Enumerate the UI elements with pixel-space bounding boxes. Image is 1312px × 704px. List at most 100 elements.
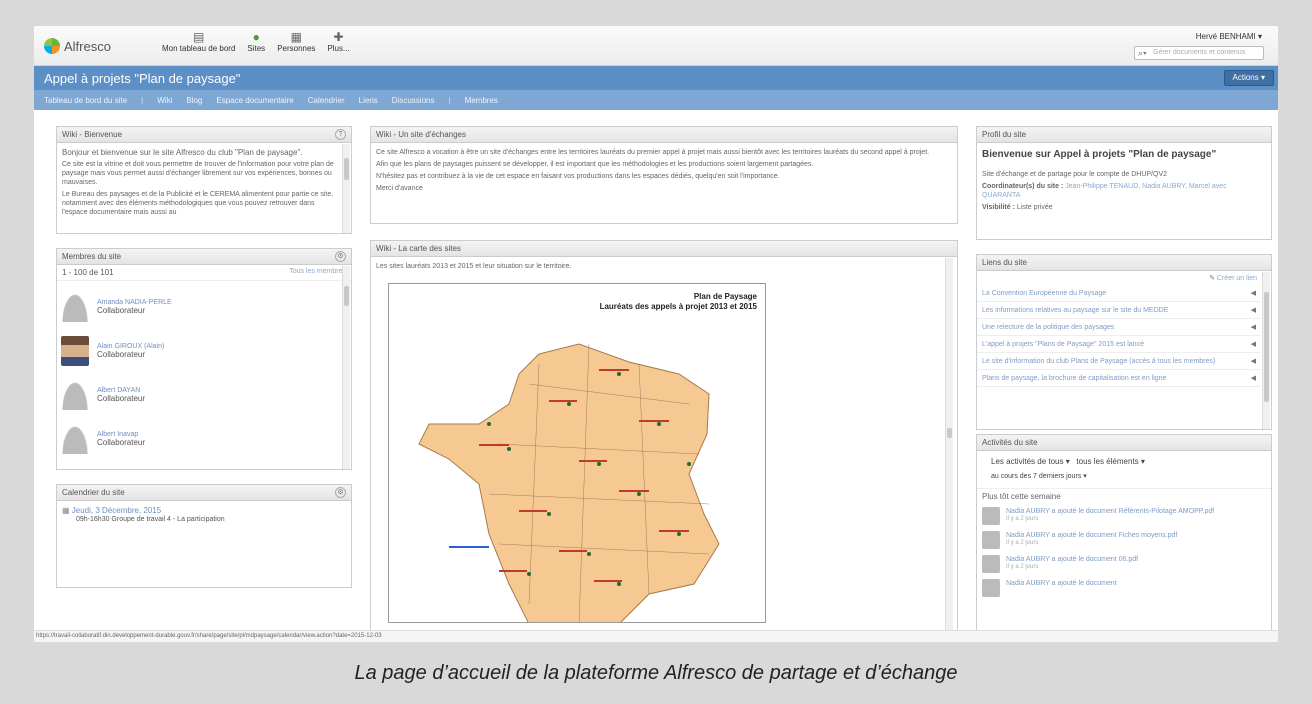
scroll-thumb[interactable] xyxy=(1264,292,1269,402)
filter-when[interactable]: au cours des 7 derniers jours ▾ xyxy=(991,473,1087,480)
rss-icon[interactable]: ◀ xyxy=(1251,340,1256,348)
panel-header: Membres du site ⚙ xyxy=(57,249,351,265)
link-text[interactable]: Le site d'information du club Plans de P… xyxy=(982,358,1215,365)
alfresco-screenshot: Alfresco ▤ Mon tableau de bord ● Sites ▦ Pe… xyxy=(34,26,1278,642)
profile-heading: Bienvenue sur Appel à projets "Plan de p… xyxy=(982,149,1217,160)
member-name[interactable]: Alain GIROUX (Alain) xyxy=(97,343,164,350)
wiki-paragraph: Afin que les plans de paysages puissent … xyxy=(376,161,814,168)
visibility-value: Liste privée xyxy=(1016,204,1053,211)
tab-discussions[interactable]: Discussions xyxy=(392,96,435,105)
scrollbar[interactable] xyxy=(342,144,350,233)
tab-dashboard[interactable]: Tableau de bord du site xyxy=(44,96,127,105)
avatar xyxy=(61,336,89,366)
panel-title: Membres du site xyxy=(62,252,122,261)
wiki-paragraph: Merci d'avance xyxy=(376,185,423,192)
wiki-paragraph: Le Bureau des paysages et de la Publicit… xyxy=(62,191,334,216)
scroll-thumb[interactable] xyxy=(344,286,349,306)
scrollbar[interactable] xyxy=(342,266,350,469)
nav-label: Personnes xyxy=(277,44,316,53)
member-name[interactable]: Albert DAYAN xyxy=(97,387,145,394)
link-text[interactable]: Les informations relatives au paysage su… xyxy=(982,307,1168,314)
member-role: Collaborateur xyxy=(97,394,146,403)
panel-header: Profil du site xyxy=(977,127,1271,143)
site-label-blue xyxy=(449,546,489,548)
tab-blog[interactable]: Blog xyxy=(186,96,202,105)
gear-icon[interactable]: ⚙ xyxy=(335,487,346,498)
rss-icon[interactable]: ◀ xyxy=(1251,357,1256,365)
link-text[interactable]: L'appel à projets "Plans de Paysage" 201… xyxy=(982,341,1144,348)
sites-icon: ● xyxy=(252,30,260,44)
scroll-thumb[interactable] xyxy=(947,428,952,438)
activity-text[interactable]: Nadia AUBRY a ajouté le document xyxy=(1006,579,1117,588)
user-menu[interactable]: Hervé BENHAMI ▾ xyxy=(1196,32,1262,41)
tab-links[interactable]: Liens xyxy=(359,96,378,105)
nav-label: Mon tableau de bord xyxy=(162,44,236,53)
panel-header: Liens du site xyxy=(977,255,1271,271)
wiki-exchange-panel: Wiki - Un site d'échanges Ce site Alfres… xyxy=(370,126,958,224)
panel-header: Wiki - Un site d'échanges xyxy=(371,127,957,143)
rss-icon[interactable]: ◀ xyxy=(1251,306,1256,314)
calendar-event[interactable]: 09h-16h30 Groupe de travail 4 - La parti… xyxy=(62,515,346,524)
activity-text[interactable]: Nadia AUBRY a ajouté le document 06.pdf xyxy=(1006,555,1138,564)
figure-caption: La page d’accueil de la plateforme Alfre… xyxy=(354,662,958,684)
list-item[interactable]: Une relecture de la politique des paysag… xyxy=(977,319,1261,336)
wiki-paragraph: Ce site est la vitrine et doit vous perm… xyxy=(62,161,334,186)
alfresco-logo[interactable]: Alfresco xyxy=(44,38,111,54)
avatar xyxy=(982,531,1000,549)
create-link-label: Créer un lien xyxy=(1216,275,1257,282)
member-name[interactable]: Albert Inavap xyxy=(97,431,145,438)
scrollbar[interactable] xyxy=(1262,272,1270,429)
tab-members[interactable]: Membres xyxy=(465,96,498,105)
list-item[interactable]: La Convention Européenne du Paysage ◀ xyxy=(977,285,1261,302)
panel-header: Wiki - La carte des sites xyxy=(371,241,957,257)
coordinators-label: Coordinateur(s) du site : xyxy=(982,183,1064,190)
link-text[interactable]: La Convention Européenne du Paysage xyxy=(982,290,1106,297)
tab-documents[interactable]: Espace documentaire xyxy=(216,96,293,105)
list-item[interactable]: Le site d'information du club Plans de P… xyxy=(977,353,1261,370)
filter-who[interactable]: Les activités de tous ▾ xyxy=(991,457,1070,466)
tab-calendar[interactable]: Calendrier xyxy=(308,96,345,105)
actions-button[interactable]: Actions ▾ xyxy=(1223,70,1274,86)
list-item[interactable]: Amanda NADIA-PERLE Collaborateur xyxy=(57,285,351,329)
filter-what[interactable]: tous les éléments ▾ xyxy=(1076,457,1145,466)
rss-icon[interactable]: ◀ xyxy=(1251,374,1256,382)
list-item[interactable]: Alain GIROUX (Alain) Collaborateur xyxy=(57,329,351,373)
map-title: Plan de Paysage Lauréats des appels à pro… xyxy=(600,292,757,312)
activity-text[interactable]: Nadia AUBRY a ajouté le document Référen… xyxy=(1006,507,1214,516)
rss-icon[interactable]: ◀ xyxy=(1251,289,1256,297)
wiki-paragraph: Ce site Alfresco a vocation à être un si… xyxy=(376,149,930,156)
rss-icon[interactable]: ◀ xyxy=(1251,323,1256,331)
france-map: Plan de Paysage Lauréats des appels à pro… xyxy=(388,283,766,623)
list-item[interactable]: L'appel à projets "Plans de Paysage" 201… xyxy=(977,336,1261,353)
tab-wiki[interactable]: Wiki xyxy=(157,96,172,105)
nav-label: Sites xyxy=(247,44,266,53)
search-input[interactable]: ⌕▾ Gérer documents et contenus xyxy=(1134,46,1264,60)
panel-title: Activités du site xyxy=(982,438,1038,447)
list-item[interactable]: Albert Inavap Collaborateur xyxy=(57,417,351,461)
scrollbar[interactable] xyxy=(945,258,953,631)
search-icon: ⌕▾ xyxy=(1138,48,1147,58)
nav-more[interactable]: ✚ Plus... xyxy=(327,30,349,53)
gear-icon[interactable]: ⚙ xyxy=(335,251,346,262)
all-members-link[interactable]: Tous les membres xyxy=(289,268,346,277)
list-item[interactable]: Albert DAYAN Collaborateur xyxy=(57,373,351,417)
gear-icon[interactable]: ? xyxy=(335,129,346,140)
link-text[interactable]: Une relecture de la politique des paysag… xyxy=(982,324,1114,331)
list-item[interactable]: Les informations relatives au paysage su… xyxy=(977,302,1261,319)
create-link-button[interactable]: ✎ Créer un lien xyxy=(977,271,1271,285)
activity-item: Nadia AUBRY a ajouté le document 06.pdf I… xyxy=(977,552,1271,576)
activity-text[interactable]: Nadia AUBRY a ajouté le document Fiches … xyxy=(1006,531,1177,540)
nav-sites[interactable]: ● Sites xyxy=(247,30,265,53)
scroll-thumb[interactable] xyxy=(344,158,349,180)
site-title: Appel à projets "Plan de paysage" xyxy=(44,71,241,86)
calendar-date[interactable]: ▦ Jeudi, 3 Décembre, 2015 xyxy=(62,506,346,515)
list-item[interactable]: Plans de paysage, la brochure de capital… xyxy=(977,370,1261,387)
nav-dashboard[interactable]: ▤ Mon tableau de bord xyxy=(162,30,235,53)
avatar xyxy=(982,579,1000,597)
france-shape xyxy=(418,343,720,622)
member-name[interactable]: Amanda NADIA-PERLE xyxy=(97,299,172,306)
panel-title: Profil du site xyxy=(982,130,1027,139)
nav-people[interactable]: ▦ Personnes xyxy=(277,30,315,53)
link-text[interactable]: Plans de paysage, la brochure de capital… xyxy=(982,375,1166,382)
visibility-label: Visibilité : xyxy=(982,204,1015,211)
